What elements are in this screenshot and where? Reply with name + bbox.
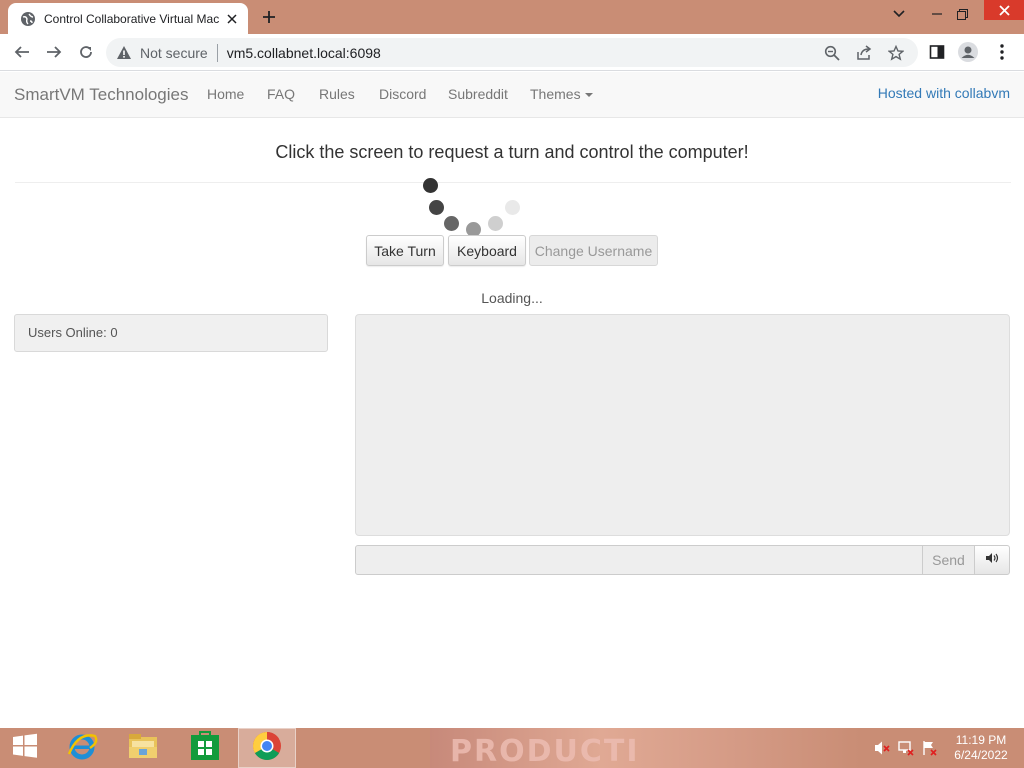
keyboard-button[interactable]: Keyboard bbox=[448, 235, 526, 266]
spinner-dot bbox=[488, 216, 503, 231]
caret-down-icon bbox=[584, 93, 593, 98]
star-icon[interactable] bbox=[886, 43, 906, 63]
volume-icon bbox=[985, 551, 999, 569]
clock-time: 11:19 PM bbox=[955, 733, 1007, 747]
mute-icon[interactable] bbox=[874, 740, 890, 756]
loading-text: Loading... bbox=[481, 290, 543, 306]
change-username-button[interactable]: Change Username bbox=[529, 235, 658, 266]
clock-date: 6/24/2022 bbox=[954, 748, 1008, 762]
sidepanel-icon[interactable] bbox=[927, 42, 947, 62]
send-button[interactable]: Send bbox=[922, 545, 975, 575]
nav-subreddit[interactable]: Subreddit bbox=[448, 86, 508, 102]
profile-icon[interactable] bbox=[958, 42, 978, 62]
ie-icon bbox=[66, 730, 98, 767]
nav-themes-label: Themes bbox=[530, 86, 581, 102]
browser-titlebar: Control Collaborative Virtual Mac bbox=[0, 0, 1024, 34]
tab-title: Control Collaborative Virtual Mac bbox=[44, 11, 220, 26]
spinner-dot bbox=[429, 200, 444, 215]
page-headline: Click the screen to request a turn and c… bbox=[275, 142, 749, 162]
spinner-dot bbox=[423, 178, 438, 193]
forward-icon[interactable] bbox=[44, 42, 64, 62]
wallpaper-text: PRODUCTI bbox=[450, 734, 640, 768]
reload-icon[interactable] bbox=[76, 42, 96, 62]
chat-input[interactable] bbox=[355, 545, 923, 575]
plus-icon[interactable] bbox=[259, 7, 279, 27]
chrome-icon bbox=[252, 731, 282, 766]
store-icon bbox=[190, 730, 220, 766]
back-icon[interactable] bbox=[12, 42, 32, 62]
taskbar-clock[interactable]: 11:19 PM 6/24/2022 bbox=[948, 733, 1014, 763]
address-bar[interactable]: Not secure vm5.collabnet.local:6098 bbox=[106, 38, 918, 67]
take-turn-button[interactable]: Take Turn bbox=[366, 235, 444, 266]
taskbar-ie[interactable] bbox=[53, 728, 111, 768]
kebab-menu-icon[interactable] bbox=[992, 42, 1012, 62]
security-label[interactable]: Not secure bbox=[140, 45, 208, 61]
spinner-dot bbox=[444, 216, 459, 231]
taskbar-chrome[interactable] bbox=[238, 728, 296, 768]
browser-tab[interactable]: Control Collaborative Virtual Mac bbox=[8, 3, 248, 34]
site-navbar: SmartVM Technologies Home FAQ Rules Disc… bbox=[0, 72, 1024, 118]
spinner-dot bbox=[505, 200, 520, 215]
window-close-button[interactable] bbox=[984, 0, 1024, 20]
loading-spinner-icon bbox=[420, 176, 530, 238]
nav-rules[interactable]: Rules bbox=[319, 86, 355, 102]
chevron-down-icon[interactable] bbox=[888, 0, 910, 28]
url-text[interactable]: vm5.collabnet.local:6098 bbox=[227, 45, 381, 61]
flag-icon[interactable] bbox=[922, 740, 938, 756]
nav-themes-dropdown[interactable]: Themes bbox=[530, 86, 593, 102]
start-icon bbox=[12, 733, 38, 764]
taskbar-explorer[interactable] bbox=[114, 728, 172, 768]
hosted-link[interactable]: Hosted with collabvm bbox=[878, 85, 1010, 101]
omnibox-divider bbox=[216, 43, 218, 62]
restore-icon[interactable] bbox=[951, 0, 973, 28]
network-icon[interactable] bbox=[898, 740, 914, 756]
warning-icon[interactable] bbox=[116, 45, 132, 61]
zoom-icon[interactable] bbox=[822, 43, 842, 63]
nav-home[interactable]: Home bbox=[207, 86, 244, 102]
chat-panel[interactable] bbox=[355, 314, 1010, 536]
globe-icon bbox=[20, 11, 36, 27]
site-brand[interactable]: SmartVM Technologies bbox=[14, 85, 189, 105]
minimize-icon[interactable] bbox=[926, 0, 948, 28]
taskbar-store[interactable] bbox=[176, 728, 234, 768]
volume-button[interactable] bbox=[974, 545, 1010, 575]
start-button[interactable] bbox=[0, 728, 50, 768]
users-online-panel: Users Online: 0 bbox=[14, 314, 328, 352]
explorer-icon bbox=[127, 732, 159, 765]
windows-taskbar: PRODUCTI 11:19 PM 6/24/2022 bbox=[0, 728, 1024, 768]
taskbar-wallpaper: PRODUCTI bbox=[430, 728, 860, 768]
nav-discord[interactable]: Discord bbox=[379, 86, 426, 102]
nav-faq[interactable]: FAQ bbox=[267, 86, 295, 102]
browser-toolbar: Not secure vm5.collabnet.local:6098 bbox=[0, 34, 1024, 71]
close-icon[interactable] bbox=[224, 11, 240, 27]
share-icon[interactable] bbox=[854, 43, 874, 63]
